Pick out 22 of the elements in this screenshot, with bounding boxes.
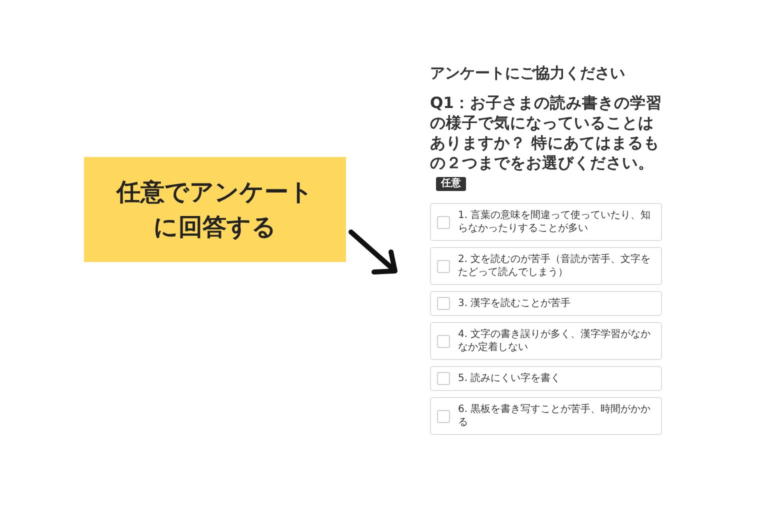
option-card[interactable]: 3. 漢字を読むことが苦手 [430, 291, 662, 316]
option-label: 1. 言葉の意味を間違って使っていたり、知らなかったりすることが多い [458, 209, 652, 235]
option-card[interactable]: 5. 読みにくい字を書く [430, 366, 662, 391]
checkbox[interactable] [437, 372, 450, 385]
option-card[interactable]: 1. 言葉の意味を間違って使っていたり、知らなかったりすることが多い [430, 203, 662, 241]
option-card[interactable]: 4. 文字の書き誤りが多く、漢字学習がなかなか定着しない [430, 322, 662, 360]
option-label: 4. 文字の書き誤りが多く、漢字学習がなかなか定着しない [458, 328, 652, 354]
checkbox[interactable] [437, 334, 450, 348]
optional-badge: 任意 [436, 177, 466, 191]
question-text: Q1：お子さまの読み書きの学習の様子で気になっていることはありますか？ 特にあてはまるもの２つまでをお選びください。 [430, 94, 662, 172]
option-label: 6. 黒板を書き写すことが苦手、時間がかかる [458, 403, 652, 429]
checkbox[interactable] [437, 297, 450, 310]
option-card[interactable]: 2. 文を読むのが苦手（音読が苦手、文字をたどって読んでしまう） [430, 247, 662, 285]
checkbox[interactable] [437, 216, 450, 228]
option-label: 2. 文を読むのが苦手（音読が苦手、文字をたどって読んでしまう） [458, 253, 652, 279]
option-label: 3. 漢字を読むことが苦手 [458, 297, 571, 310]
option-label: 5. 読みにくい字を書く [458, 372, 561, 385]
checkbox[interactable] [437, 410, 450, 422]
survey-title: アンケートにご協力ください [430, 64, 626, 83]
callout-text: 任意でアンケートに回答する [114, 176, 314, 242]
checkbox[interactable] [437, 260, 450, 272]
option-card[interactable]: 6. 黒板を書き写すことが苦手、時間がかかる [430, 397, 662, 435]
